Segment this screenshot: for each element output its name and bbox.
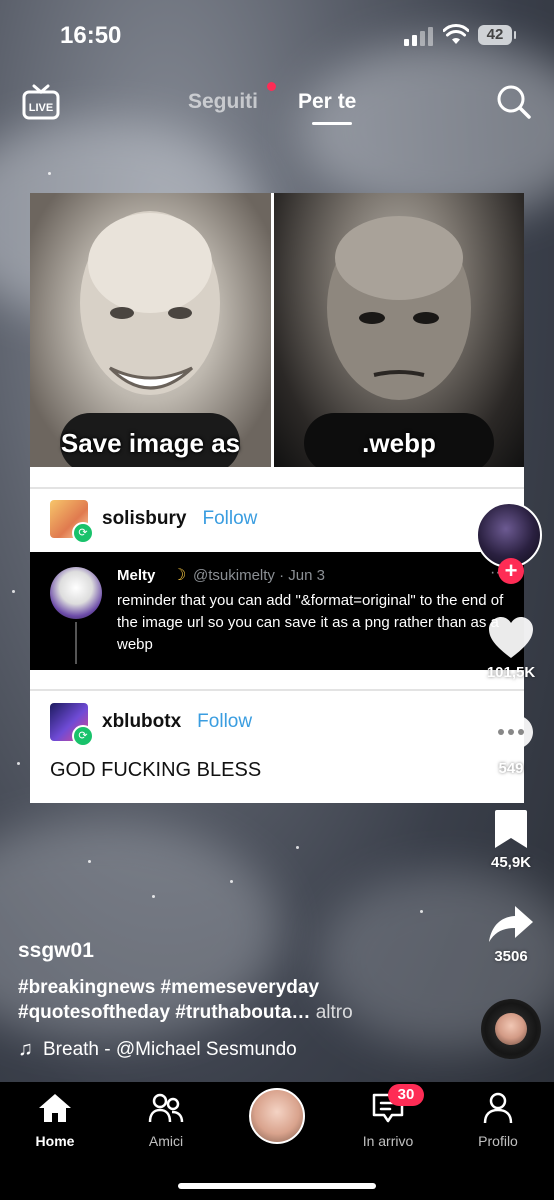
comment-button[interactable]: 549 xyxy=(480,712,542,777)
tab-following[interactable]: Seguiti xyxy=(188,90,258,114)
follow-link[interactable]: Follow xyxy=(197,711,252,733)
share-arrow-icon xyxy=(489,906,533,942)
like-button[interactable]: 101,5K xyxy=(480,616,542,681)
nav-friends[interactable]: Amici xyxy=(121,1092,211,1149)
nav-profile-label: Profilo xyxy=(478,1133,518,1149)
video-hashtags[interactable]: #breakingnews #memeseveryday #quotesofth… xyxy=(18,975,458,1025)
meme-right-caption: .webp xyxy=(362,428,436,458)
like-count: 101,5K xyxy=(486,664,536,681)
active-tab-indicator xyxy=(312,122,352,125)
share-count: 3506 xyxy=(494,948,528,965)
tab-for-you[interactable]: Per te xyxy=(298,90,356,114)
bookmark-button[interactable]: 45,9K xyxy=(480,808,542,871)
comment-bubble-icon xyxy=(489,714,533,754)
first-post-header: ⟳ solisbury Follow xyxy=(50,499,257,544)
post-username[interactable]: solisbury xyxy=(102,508,186,530)
bookmark-icon xyxy=(495,810,527,848)
tab-notification-dot xyxy=(267,82,276,91)
inbox-badge: 30 xyxy=(388,1084,424,1106)
tweet-text: reminder that you can add "&format=origi… xyxy=(117,592,504,653)
post-username[interactable]: xblubotx xyxy=(102,711,181,733)
music-info[interactable]: ♫ Breath - @Michael Sesmundo xyxy=(18,1038,297,1061)
friends-icon xyxy=(148,1093,184,1123)
comment-count: 549 xyxy=(498,760,524,777)
share-button[interactable]: 3506 xyxy=(480,904,542,965)
music-title: Breath - @Michael Sesmundo xyxy=(43,1038,297,1060)
reply-text: GOD FUCKING BLESS xyxy=(50,759,262,781)
search-icon[interactable] xyxy=(496,84,532,120)
reblog-icon: ⟳ xyxy=(72,725,94,747)
avatar[interactable]: ⟳ xyxy=(50,703,94,747)
hashtag-text[interactable]: #breakingnews #memeseveryday #quotesofth… xyxy=(18,977,319,1023)
home-indicator xyxy=(178,1183,376,1189)
background-star xyxy=(296,846,299,849)
serious-face-illustration xyxy=(304,216,494,467)
heart-icon xyxy=(489,617,533,658)
second-post-header: ⟳ xblubotx Follow xyxy=(50,702,252,747)
tweet-author-name: Melty xyxy=(117,567,156,584)
smiling-face-illustration xyxy=(60,211,240,467)
home-icon xyxy=(39,1094,71,1122)
status-time: 16:50 xyxy=(60,22,122,49)
meme-right-panel: .webp xyxy=(274,193,524,467)
nav-friends-label: Amici xyxy=(148,1133,184,1149)
music-disc[interactable] xyxy=(481,999,541,1059)
more-link[interactable]: altro xyxy=(316,1002,353,1023)
thread-line xyxy=(75,622,77,664)
create-avatar-button[interactable] xyxy=(249,1088,305,1144)
post-divider xyxy=(30,689,524,691)
nav-inbox-label: In arrivo xyxy=(362,1133,414,1149)
video-author[interactable]: ssgw01 xyxy=(18,939,94,963)
avatar xyxy=(50,567,102,619)
post-divider xyxy=(30,487,524,489)
music-cover xyxy=(495,1013,527,1045)
background-star xyxy=(17,762,20,765)
background-star xyxy=(12,590,15,593)
background-star xyxy=(420,910,423,913)
follow-link[interactable]: Follow xyxy=(202,508,257,530)
avatar[interactable]: ⟳ xyxy=(50,500,94,544)
live-label: LIVE xyxy=(29,102,53,114)
follow-plus-button[interactable]: + xyxy=(498,558,524,584)
meme-left-panel: Save image as xyxy=(30,193,271,467)
meme-left-caption: Save image as xyxy=(60,428,241,458)
video-content-card[interactable]: Save image as .webp ⟳ solisbury Follow M… xyxy=(30,193,524,803)
cellular-signal-icon xyxy=(404,26,434,46)
background-star xyxy=(230,880,233,883)
wifi-icon xyxy=(443,24,469,44)
tweet-handle-date: @tsukimelty · Jun 3 xyxy=(193,567,325,584)
crescent-moon-icon: ☽ xyxy=(172,567,187,584)
bookmark-count: 45,9K xyxy=(490,854,532,871)
profile-icon xyxy=(483,1092,513,1124)
battery-indicator: 42 xyxy=(478,25,516,45)
meme-image: Save image as .webp xyxy=(30,193,524,467)
embedded-tweet: Melty ☽ @tsukimelty · Jun 3 ··· reminder… xyxy=(30,552,524,670)
background-star xyxy=(152,895,155,898)
reblog-icon: ⟳ xyxy=(72,522,94,544)
nav-home[interactable]: Home xyxy=(10,1092,100,1149)
background-star xyxy=(88,860,91,863)
live-tv-icon[interactable]: LIVE xyxy=(22,84,60,120)
background-star xyxy=(48,172,51,175)
status-bar: 16:50 42 xyxy=(0,0,554,70)
nav-home-label: Home xyxy=(35,1133,75,1149)
top-nav: LIVE Seguiti Per te xyxy=(0,80,554,130)
nav-profile[interactable]: Profilo xyxy=(453,1092,543,1149)
music-note-icon: ♫ xyxy=(18,1038,33,1060)
